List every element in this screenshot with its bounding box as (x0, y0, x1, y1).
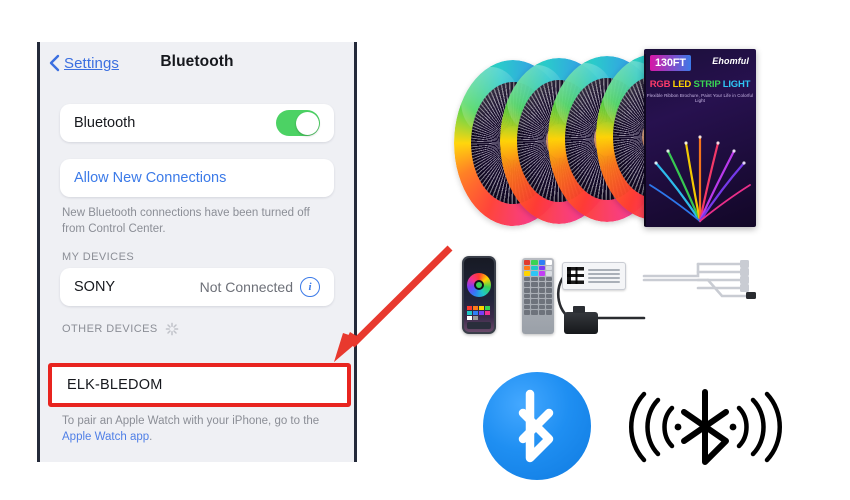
allow-new-connections-card[interactable]: Allow New Connections (60, 159, 334, 197)
device-name: ELK-BLEDOM (67, 377, 163, 393)
device-name: SONY (74, 279, 116, 296)
product-retail-box: 130FT Ehomful RGB LED STRIP LIGHT Flexib… (644, 49, 756, 227)
connections-helper-text: New Bluetooth connections have been turn… (62, 207, 310, 235)
box-title-part: LED (670, 79, 692, 90)
navigation-bar: Settings Bluetooth (40, 42, 354, 86)
info-circle-icon[interactable]: i (300, 277, 320, 298)
other-devices-label: OTHER DEVICES (62, 323, 158, 336)
bluetooth-circle-logo (483, 372, 591, 480)
allow-new-connections-label: Allow New Connections (74, 170, 227, 186)
led-strip-product-image: 130FT Ehomful RGB LED STRIP LIGHT Flexib… (448, 44, 778, 259)
firework-graphic (649, 135, 751, 223)
box-title-part: RGB (649, 79, 671, 90)
box-title: RGB LED STRIP LIGHT (644, 79, 756, 90)
device-status: Not Connected (199, 279, 293, 296)
wheel-center-dot (476, 282, 482, 288)
bluetooth-toggle-switch[interactable] (276, 110, 320, 136)
bluetooth-toggle-card: Bluetooth (60, 104, 334, 142)
accessories-row (452, 252, 772, 352)
phone-screen (464, 258, 494, 332)
activity-spinner-icon (165, 322, 179, 336)
bluetooth-toggle-row[interactable]: Bluetooth (60, 104, 334, 142)
controller-label-lines (588, 269, 620, 285)
bluetooth-label: Bluetooth (74, 115, 136, 131)
apple-watch-app-link[interactable]: Apple Watch app (62, 431, 149, 443)
apple-watch-footer-text: To pair an Apple Watch with your iPhone,… (62, 414, 332, 445)
footer-text-suffix: . (149, 430, 153, 443)
page-title: Bluetooth (160, 53, 234, 70)
length-badge: 130FT (650, 55, 691, 71)
allow-new-connections-row[interactable]: Allow New Connections (60, 159, 334, 197)
power-adapter-icon (564, 306, 598, 334)
my-devices-section-header: MY DEVICES (62, 251, 332, 263)
device-row-elk-bledom[interactable]: ELK-BLEDOM (54, 369, 345, 401)
ios-bluetooth-settings-panel: Settings Bluetooth Bluetooth Allow New C… (37, 42, 357, 462)
my-devices-label: MY DEVICES (62, 251, 135, 264)
toggle-knob (295, 111, 319, 135)
color-swatches (467, 306, 491, 320)
bluetooth-signal-icon (629, 389, 782, 465)
footer-text-prefix: To pair an Apple Watch with your iPhone,… (62, 415, 320, 427)
bluetooth-controller-icon (562, 262, 626, 290)
device-row-sony[interactable]: SONY Not Connected i (60, 268, 334, 306)
phone-with-rgb-app-icon (462, 256, 496, 334)
box-title-part: LIGHT (720, 79, 751, 90)
phone-tab-bar (467, 322, 491, 329)
brand-logo: Ehomful (712, 56, 749, 66)
elk-bledom-highlight-box: ELK-BLEDOM (48, 363, 351, 407)
qr-code-icon (567, 267, 584, 284)
my-devices-card: SONY Not Connected i (60, 268, 334, 307)
rgb-color-wheel (467, 273, 491, 297)
box-title-part: STRIP (691, 79, 721, 90)
red-arrow-icon (334, 245, 453, 362)
screenshot-canvas: Settings Bluetooth Bluetooth Allow New C… (0, 0, 850, 500)
other-devices-section-header: OTHER DEVICES (62, 322, 332, 336)
